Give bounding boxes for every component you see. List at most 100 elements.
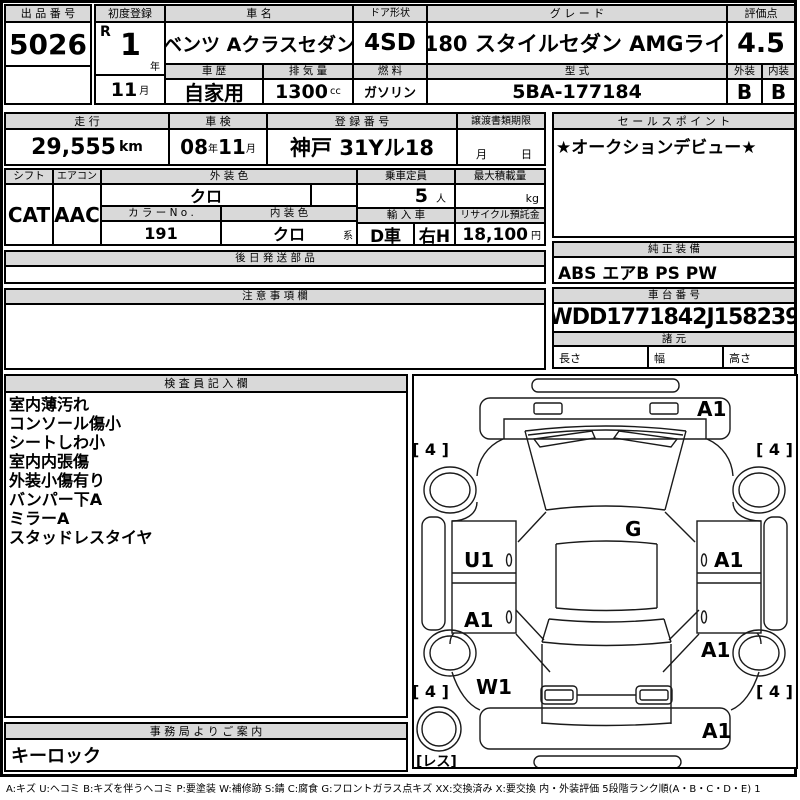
capacity-header: 乗車定員 bbox=[358, 170, 454, 185]
interior-color-suffix: 系 bbox=[343, 231, 353, 242]
month-unit: 月 bbox=[139, 86, 150, 97]
transfer-deadline-value-cell: 月 日 bbox=[458, 130, 544, 164]
inspector-note-line: 外装小傷有り bbox=[9, 471, 106, 490]
shaken-year-unit: 年 bbox=[208, 143, 218, 155]
inspector-header: 検 査 員 記 入 欄 bbox=[6, 376, 406, 393]
history-cell: 車 歴 自家用 bbox=[166, 65, 262, 103]
specs-header: 諸 元 bbox=[554, 333, 794, 347]
inspector-notes: 室内薄汚れ コンソール傷小 シートしわ小 室内内張傷 外装小傷有り バンパー下A… bbox=[6, 393, 406, 716]
first-registration-header: 初度登録 bbox=[96, 6, 164, 23]
damage-label-left-rear-quarter: W1 bbox=[476, 675, 512, 699]
spec-height-cell: 高さ bbox=[722, 347, 794, 367]
history-value: 自家用 bbox=[184, 81, 244, 103]
grade-value: A180 スタイルセダン AMGライン bbox=[428, 23, 726, 65]
spec-width-cell: 幅 bbox=[647, 347, 722, 367]
colors-cell: 外 装 色 クロ カ ラ ー N o . 内 装 色 191 クロ 系 bbox=[100, 170, 356, 244]
equipment-header: 純 正 装 備 bbox=[554, 243, 794, 258]
shaken-value-cell: 08 年 11 月 bbox=[170, 130, 266, 164]
recycle-unit: 円 bbox=[531, 231, 541, 242]
equipment-value: ABS エアB PS PW bbox=[558, 264, 717, 284]
shaken-month: 11 bbox=[218, 135, 246, 159]
interior-color-header: 内 装 色 bbox=[220, 207, 356, 222]
recycle-value-cell: 18,100 円 bbox=[456, 224, 544, 245]
import-header: 輸 入 車 bbox=[358, 209, 454, 224]
caution-box: 注 意 事 項 欄 bbox=[4, 288, 546, 370]
tire-depth-rear-right: [ 4 ] bbox=[756, 682, 793, 701]
model-code-header: 型 式 bbox=[428, 65, 726, 80]
color-no-value: 191 bbox=[144, 223, 178, 243]
row2-table: 走 行 29,555 km 車 検 08 年 11 月 登 録 番 号 神戸 3… bbox=[4, 112, 546, 166]
auction-number-header: 出 品 番 号 bbox=[6, 6, 90, 23]
spare-tire-label: [レス] bbox=[416, 754, 457, 770]
office-notice-box: 事 務 局 よ り ご 案 内 キーロック bbox=[4, 722, 408, 772]
car-name-value: ベンツ Aクラスセダン bbox=[166, 23, 352, 65]
color-no-header: カ ラ ー N o . bbox=[102, 207, 220, 222]
auction-number-empty-cell bbox=[6, 67, 90, 103]
shaken-cell: 車 検 08 年 11 月 bbox=[168, 114, 266, 164]
mileage-value: 29,555 bbox=[31, 134, 116, 160]
ext-int-grades: 外装 B 内装 B bbox=[728, 65, 794, 103]
reg-month: 11 bbox=[110, 78, 138, 101]
exterior-color-empty-cell bbox=[310, 185, 356, 205]
color-sub-headers: カ ラ ー N o . 内 装 色 bbox=[102, 207, 356, 222]
spec-length-cell: 長さ bbox=[554, 347, 647, 367]
recycle-value: 18,100 bbox=[462, 225, 528, 245]
exterior-grade-header: 外装 bbox=[728, 65, 761, 80]
transfer-month-label: 月 bbox=[476, 148, 487, 161]
car-diagram-box: A1 [ 4 ] [ 4 ] G U1 A1 A1 A1 W1 [ 4 ] [ … bbox=[412, 374, 798, 770]
shaken-header: 車 検 bbox=[170, 114, 266, 130]
max-load-header: 最大積載量 bbox=[456, 170, 544, 185]
mileage-cell: 走 行 29,555 km bbox=[6, 114, 168, 164]
recycle-header: リサイクル預託金 bbox=[456, 209, 544, 224]
footer-legend: A:キズ U:ヘコミ B:キズを伴うヘコミ P:要塗装 W:補修跡 S:錆 C:… bbox=[6, 784, 761, 795]
reg-year: 1 bbox=[120, 28, 141, 63]
shift-header: シフト bbox=[6, 170, 52, 185]
interior-grade-header: 内装 bbox=[763, 65, 794, 80]
chassis-value: WDD1771842J158239 bbox=[554, 304, 794, 333]
later-parts-box: 後 日 発 送 部 品 bbox=[4, 250, 546, 284]
import-value-row: D車 右H bbox=[358, 224, 454, 244]
auction-number-box: 出 品 番 号 5026 bbox=[4, 4, 92, 105]
capacity-unit: 人 bbox=[436, 194, 446, 205]
mileage-unit: km bbox=[119, 139, 143, 155]
transfer-deadline-cell: 譲渡書類期限 月 日 bbox=[456, 114, 544, 164]
capacity-import-cell: 乗車定員 5 人 輸 入 車 D車 右H bbox=[356, 170, 454, 244]
displacement-value-cell: 1300 cc bbox=[264, 80, 352, 103]
inspector-note-line: 室内薄汚れ bbox=[9, 395, 90, 414]
car-name-header: 車 名 bbox=[166, 6, 352, 23]
import-handle-value: 右H bbox=[413, 224, 454, 244]
spec-length-label: 長さ bbox=[559, 352, 581, 365]
fuel-header: 燃 料 bbox=[354, 65, 426, 80]
inspector-note-line: 室内内張傷 bbox=[9, 452, 90, 471]
aircon-header: エアコン bbox=[54, 170, 100, 185]
transfer-deadline-header: 譲渡書類期限 bbox=[458, 114, 544, 130]
first-registration-year-cell: R 1 年 bbox=[96, 23, 164, 76]
aircon-cell: エアコン AAC bbox=[52, 170, 100, 244]
max-load-unit: kg bbox=[525, 192, 539, 205]
exterior-color-value: クロ bbox=[189, 187, 222, 205]
office-notice-header: 事 務 局 よ り ご 案 内 bbox=[6, 724, 406, 740]
mileage-header: 走 行 bbox=[6, 114, 168, 130]
exterior-color-row: クロ bbox=[102, 185, 356, 207]
displacement-cell: 排 気 量 1300 cc bbox=[262, 65, 352, 103]
model-code-value: 5BA-177184 bbox=[512, 80, 642, 103]
shaken-year: 08 bbox=[180, 135, 208, 159]
row1-table: 初度登録 R 1 年 11 月 車 名 ベンツ Aクラスセダン 車 歴 自家用 … bbox=[94, 4, 796, 105]
load-recycle-cell: 最大積載量 kg リサイクル預託金 18,100 円 bbox=[454, 170, 544, 245]
interior-grade-cell: 内装 B bbox=[761, 65, 794, 103]
sales-point-box: セ ー ル ス ポ イ ン ト ★オークションデビュー★ bbox=[552, 112, 796, 238]
specs-row: 長さ 幅 高さ bbox=[554, 347, 794, 367]
exterior-color-header: 外 装 色 bbox=[102, 170, 356, 185]
transfer-day-label: 日 bbox=[521, 148, 532, 161]
damage-label-right-rear-quarter: A1 bbox=[701, 638, 731, 662]
inspector-note-line: スタッドレスタイヤ bbox=[9, 528, 153, 547]
shift-cell: シフト CAT bbox=[6, 170, 52, 244]
inspector-note-line: コンソール傷小 bbox=[9, 414, 122, 433]
first-registration-cell: 初度登録 R 1 年 11 月 bbox=[96, 6, 164, 103]
registration-number-header: 登 録 番 号 bbox=[268, 114, 456, 130]
grade-cell: グ レ ー ド A180 スタイルセダン AMGライン 型 式 5BA-1771… bbox=[426, 6, 726, 103]
auction-number-value: 5026 bbox=[6, 23, 90, 67]
tire-depth-rear-left: [ 4 ] bbox=[412, 682, 449, 701]
exterior-grade-value: B bbox=[736, 80, 753, 103]
inspector-box: 検 査 員 記 入 欄 室内薄汚れ コンソール傷小 シートしわ小 室内内張傷 外… bbox=[4, 374, 408, 718]
